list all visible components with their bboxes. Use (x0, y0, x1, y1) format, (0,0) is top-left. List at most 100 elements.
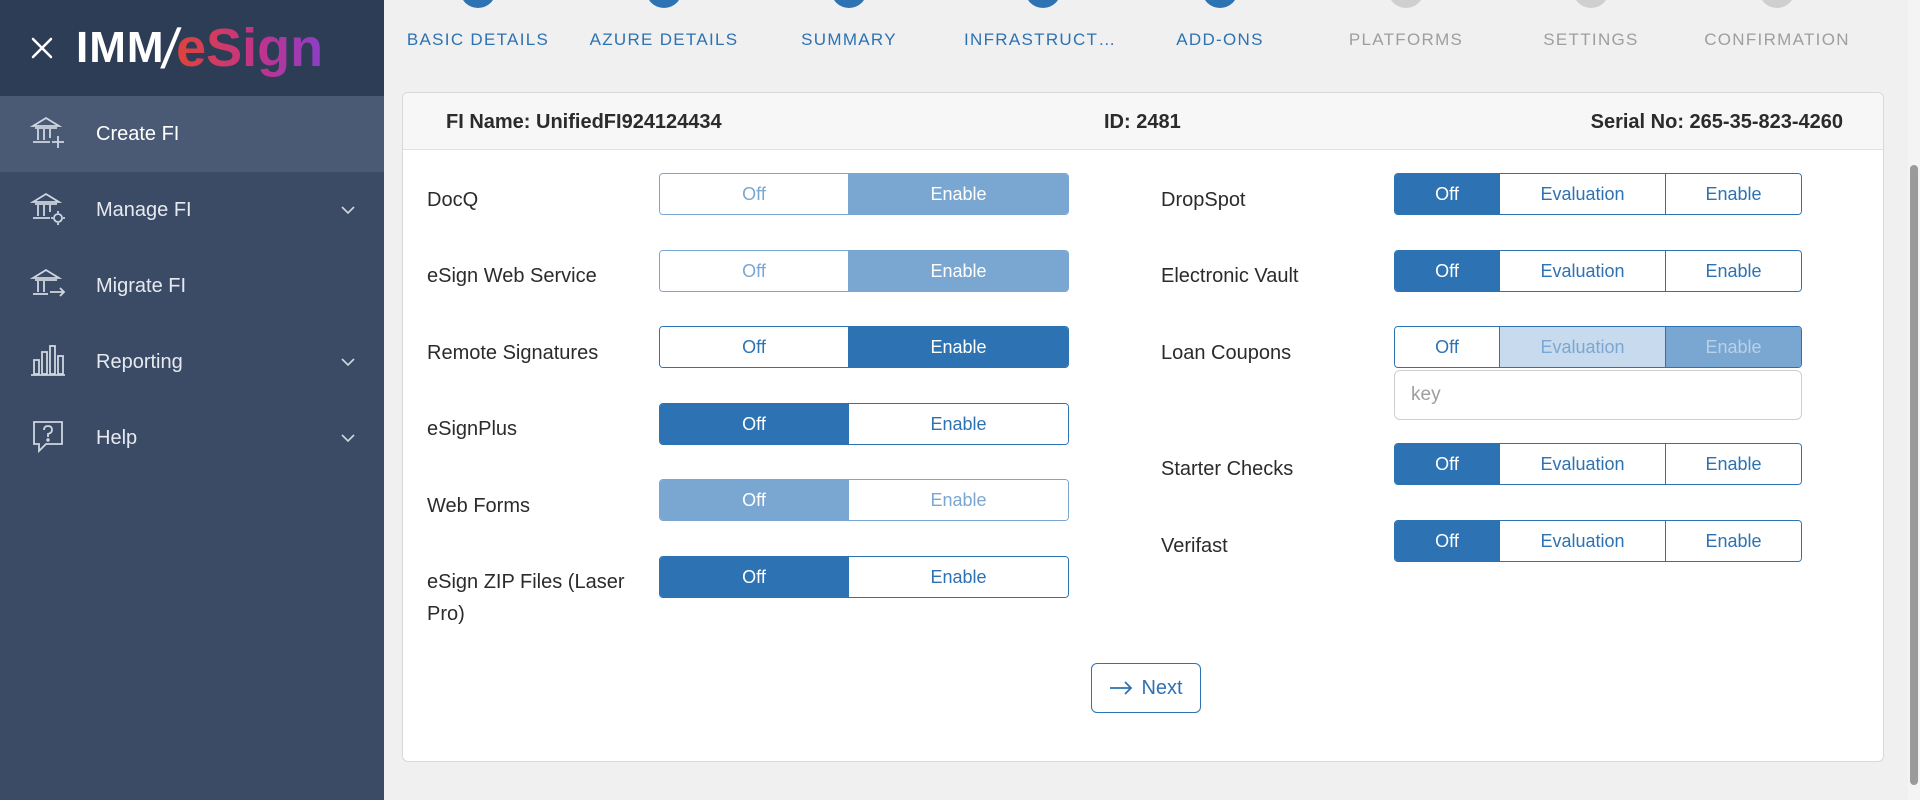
next-button[interactable]: Next (1091, 663, 1201, 713)
fi-info-header: FI Name: UnifiedFI924124434 ID: 2481 Ser… (403, 93, 1883, 150)
bank-gear-icon (30, 192, 65, 225)
loan-coupons-key-input[interactable] (1394, 370, 1802, 420)
step-label: SETTINGS (1543, 30, 1639, 49)
step-dot (1388, 0, 1424, 8)
step-label: CONFIRMATION (1704, 30, 1850, 49)
off-option[interactable]: Off (660, 480, 848, 520)
step-label: PLATFORMS (1348, 30, 1464, 49)
enable-option[interactable]: Enable (848, 480, 1068, 520)
addon-label-starter-checks: Starter Checks (1161, 458, 1294, 480)
serial-number: Serial No: 265-35-823-4260 (1590, 111, 1843, 133)
starter-checks-toggle[interactable]: Off Evaluation Enable (1394, 443, 1802, 485)
addon-label-verifast: Verifast (1161, 535, 1228, 557)
sidebar-item-manage-fi[interactable]: Manage FI (0, 172, 384, 248)
step-label: INFRASTRUCTURE (964, 30, 1122, 49)
step-dot (1025, 0, 1061, 8)
scroll-thumb[interactable] (1910, 165, 1918, 785)
enable-option[interactable]: Enable (1665, 521, 1801, 561)
addon-label-web-forms: Web Forms (427, 495, 530, 517)
wizard-steps: BASIC DETAILS AZURE DETAILS SUMMARY INFR… (384, 0, 1920, 80)
page-scrollbar[interactable] (1908, 0, 1920, 800)
enable-option[interactable]: Enable (848, 251, 1068, 291)
step-dot (831, 0, 867, 8)
evaluation-option[interactable]: Evaluation (1499, 251, 1665, 291)
sidebar-item-help[interactable]: Help (0, 400, 384, 476)
bank-add-icon (30, 116, 64, 148)
addon-label-electronic-vault: Electronic Vault (1161, 265, 1299, 287)
fi-name: FI Name: UnifiedFI924124434 (446, 111, 722, 133)
web-forms-toggle[interactable]: Off Enable (659, 479, 1069, 521)
step-label: AZURE DETAILS (589, 30, 739, 49)
step-label: SUMMARY (801, 30, 897, 49)
sidebar-item-label: Migrate FI (96, 274, 187, 297)
off-option[interactable]: Off (660, 174, 848, 214)
sidebar-header: IMM / eSign (0, 0, 384, 96)
next-label: Next (1141, 676, 1183, 699)
evaluation-option[interactable]: Evaluation (1499, 521, 1665, 561)
enable-option[interactable]: Enable (1665, 251, 1801, 291)
electronic-vault-toggle[interactable]: Off Evaluation Enable (1394, 250, 1802, 292)
off-option[interactable]: Off (1395, 444, 1499, 484)
close-icon[interactable] (28, 34, 56, 62)
off-option[interactable]: Off (1395, 327, 1499, 367)
step-dot (460, 0, 496, 8)
sidebar-item-label: Help (96, 426, 138, 449)
sidebar: IMM / eSign Create FI Manage FI Migrate … (0, 0, 384, 800)
addon-label-loan-coupons: Loan Coupons (1161, 342, 1292, 364)
evaluation-option[interactable]: Evaluation (1499, 444, 1665, 484)
logo-esign: eSign (176, 18, 324, 78)
chevron-down-icon (341, 358, 355, 367)
addon-label-dropspot: DropSpot (1161, 189, 1246, 211)
enable-option[interactable]: Enable (848, 557, 1068, 597)
fi-id: ID: 2481 (1104, 111, 1181, 133)
logo-imm: IMM (76, 23, 165, 72)
remote-signatures-toggle[interactable]: Off Enable (659, 326, 1069, 368)
loan-coupons-toggle[interactable]: Off Evaluation Enable (1394, 326, 1802, 368)
verifast-toggle[interactable]: Off Evaluation Enable (1394, 520, 1802, 562)
help-bubble-icon (33, 421, 63, 454)
evaluation-option[interactable]: Evaluation (1499, 327, 1665, 367)
arrow-right-icon (1110, 681, 1133, 695)
sidebar-item-label: Manage FI (96, 198, 192, 221)
esignplus-toggle[interactable]: Off Enable (659, 403, 1069, 445)
sidebar-item-reporting[interactable]: Reporting (0, 324, 384, 400)
step-dot (1573, 0, 1609, 8)
bank-arrow-icon (30, 268, 66, 297)
addon-label-esign-web-service: eSign Web Service (427, 265, 597, 287)
chevron-down-icon (341, 206, 355, 215)
enable-option[interactable]: Enable (1665, 444, 1801, 484)
sidebar-item-label: Create FI (96, 122, 180, 145)
esign-zip-files-toggle[interactable]: Off Enable (659, 556, 1069, 598)
addon-label-esignplus: eSignPlus (427, 418, 518, 440)
off-option[interactable]: Off (1395, 521, 1499, 561)
app-logo: IMM / eSign (76, 8, 323, 88)
enable-option[interactable]: Enable (848, 404, 1068, 444)
sidebar-item-create-fi[interactable]: Create FI (0, 96, 384, 172)
add-ons-card: FI Name: UnifiedFI924124434 ID: 2481 Ser… (402, 92, 1884, 762)
bar-chart-icon (31, 345, 65, 376)
dropspot-toggle[interactable]: Off Evaluation Enable (1394, 173, 1802, 215)
step-label: BASIC DETAILS (406, 30, 550, 49)
off-option[interactable]: Off (660, 251, 848, 291)
step-dot (1759, 0, 1795, 8)
off-option[interactable]: Off (1395, 174, 1499, 214)
off-option[interactable]: Off (660, 557, 848, 597)
off-option[interactable]: Off (1395, 251, 1499, 291)
enable-option[interactable]: Enable (1665, 174, 1801, 214)
enable-option[interactable]: Enable (848, 174, 1068, 214)
step-dot (646, 0, 682, 8)
docq-toggle[interactable]: Off Enable (659, 173, 1069, 215)
esign-web-service-toggle[interactable]: Off Enable (659, 250, 1069, 292)
evaluation-option[interactable]: Evaluation (1499, 174, 1665, 214)
addon-label-remote-signatures: Remote Signatures (427, 342, 599, 364)
chevron-down-icon (341, 434, 355, 443)
enable-option[interactable]: Enable (848, 327, 1068, 367)
off-option[interactable]: Off (660, 404, 848, 444)
sidebar-item-label: Reporting (96, 350, 183, 373)
addon-label-docq: DocQ (427, 189, 479, 211)
enable-option[interactable]: Enable (1665, 327, 1801, 367)
addon-label-esign-zip-files: eSign ZIP Files (Laser Pro) (427, 571, 625, 625)
sidebar-item-migrate-fi[interactable]: Migrate FI (0, 248, 384, 324)
off-option[interactable]: Off (660, 327, 848, 367)
step-label: ADD-ONS (1176, 30, 1264, 49)
